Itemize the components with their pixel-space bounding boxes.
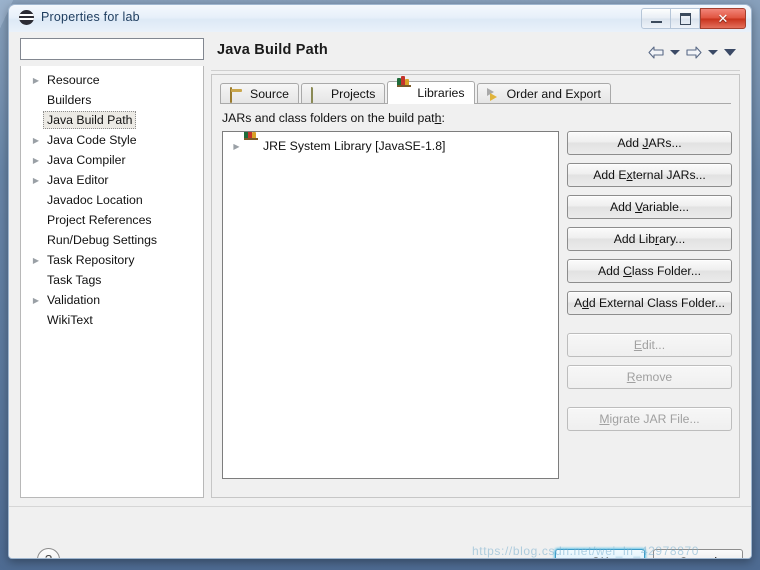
order-icon: [486, 87, 502, 101]
window-controls: ✕: [641, 8, 746, 29]
help-button[interactable]: ?: [37, 548, 60, 558]
sidebar-item-task-tags[interactable]: Task Tags: [21, 270, 203, 290]
sidebar-item-resource[interactable]: ▶ Resource: [21, 70, 203, 90]
expand-arrow-icon[interactable]: ▶: [29, 136, 43, 145]
cancel-button[interactable]: Cancel: [653, 549, 743, 558]
sidebar-item-label: WikiText: [47, 313, 93, 327]
sidebar-item-label: Builders: [47, 93, 92, 107]
sidebar-item-label: Resource: [47, 73, 100, 87]
settings-tree[interactable]: ▶ Resource Builders Java Build Path ▶ Java Co…: [20, 66, 204, 498]
expand-arrow-icon[interactable]: ▶: [229, 142, 244, 151]
page-navigation: [648, 46, 736, 59]
forward-menu-chevron-down-icon[interactable]: [708, 50, 718, 55]
build-path-tabs: Source Projects Libraries Order and Export: [220, 75, 613, 104]
maximize-button[interactable]: [671, 8, 700, 29]
eclipse-icon: [19, 10, 34, 25]
add-variable-button[interactable]: Add Variable...: [567, 195, 732, 219]
list-item[interactable]: ▶ JRE System Library [JavaSE-1.8]: [223, 132, 558, 156]
tab-order-and-export[interactable]: Order and Export: [476, 83, 611, 104]
sidebar-item-validation[interactable]: ▶ Validation: [21, 290, 203, 310]
window-title: Properties for lab: [41, 10, 140, 24]
sidebar-item-java-compiler[interactable]: ▶ Java Compiler: [21, 150, 203, 170]
add-external-class-folder-button[interactable]: Add External Class Folder...: [567, 291, 732, 315]
button-label: Remove: [626, 370, 673, 384]
settings-navigation: ▶ Resource Builders Java Build Path ▶ Java Co…: [20, 38, 204, 498]
tab-label: Projects: [330, 87, 376, 101]
sidebar-item-run-debug-settings[interactable]: Run/Debug Settings: [21, 230, 203, 250]
minimize-button[interactable]: [641, 8, 671, 29]
button-label: Edit...: [633, 338, 666, 352]
sidebar-item-label: Task Repository: [47, 253, 135, 267]
sidebar-item-label: Java Code Style: [47, 133, 137, 147]
tab-label: Order and Export: [506, 87, 601, 101]
books-icon: [397, 75, 412, 100]
list-item-label: JRE System Library [JavaSE-1.8]: [263, 139, 446, 153]
tab-projects[interactable]: Projects: [300, 83, 386, 104]
header-divider: [211, 70, 740, 71]
close-button[interactable]: ✕: [700, 8, 746, 29]
sidebar-item-label: Java Compiler: [47, 153, 126, 167]
remove-button: Remove: [567, 365, 732, 389]
add-class-folder-button[interactable]: Add Class Folder...: [567, 259, 732, 283]
expand-arrow-icon[interactable]: ▶: [29, 76, 43, 85]
filter-input[interactable]: [20, 38, 204, 60]
dialog-body: ▶ Resource Builders Java Build Path ▶ Java Co…: [9, 32, 751, 558]
sidebar-item-label: Java Editor: [47, 173, 109, 187]
forward-arrow-icon[interactable]: [686, 46, 702, 59]
sidebar-item-project-references[interactable]: Project References: [21, 210, 203, 230]
sidebar-item-javadoc-location[interactable]: Javadoc Location: [21, 190, 203, 210]
tab-underline: [220, 103, 731, 104]
properties-dialog-window: Properties for lab ✕ ▶ Resource Builders Ja…: [8, 4, 752, 559]
button-label: Migrate JAR File...: [599, 412, 700, 426]
sidebar-item-wikitext[interactable]: WikiText: [21, 310, 203, 330]
sidebar-item-label: Javadoc Location: [47, 193, 143, 207]
title-bar: Properties for lab ✕: [9, 5, 751, 33]
back-menu-chevron-down-icon[interactable]: [670, 50, 680, 55]
ok-button[interactable]: OK: [555, 549, 645, 558]
sidebar-item-task-repository[interactable]: ▶ Task Repository: [21, 250, 203, 270]
expand-arrow-icon[interactable]: ▶: [29, 296, 43, 305]
sidebar-item-java-editor[interactable]: ▶ Java Editor: [21, 170, 203, 190]
button-label: Add External JARs...: [593, 168, 706, 182]
button-label: Add Variable...: [609, 200, 690, 214]
sidebar-item-label: Validation: [47, 293, 101, 307]
books-icon: [244, 132, 259, 153]
build-path-panel: Source Projects Libraries Order and Export …: [211, 74, 740, 498]
page-area: Java Build Path Source Projects Librarie…: [211, 38, 740, 498]
sidebar-item-java-code-style[interactable]: ▶ Java Code Style: [21, 130, 203, 150]
migrate-jar-file-button: Migrate JAR File...: [567, 407, 732, 431]
button-label: Add Library...: [613, 232, 686, 246]
button-label: Add External Class Folder...: [573, 296, 726, 310]
button-label: Add Class Folder...: [598, 264, 701, 278]
button-label: Add JARs...: [617, 136, 682, 150]
back-arrow-icon[interactable]: [648, 46, 664, 59]
add-jars-button[interactable]: Add JARs...: [567, 131, 732, 155]
folder-icon: [310, 86, 326, 103]
list-label: JARs and class folders on the build path…: [222, 111, 445, 125]
page-title: Java Build Path: [217, 42, 328, 58]
sidebar-item-label: Run/Debug Settings: [47, 233, 158, 247]
sidebar-item-label: Project References: [47, 213, 152, 227]
sidebar-item-label: Task Tags: [47, 273, 102, 287]
tab-label: Libraries: [417, 86, 465, 100]
package-icon: [230, 86, 245, 103]
sidebar-item-java-build-path[interactable]: Java Build Path: [21, 110, 203, 130]
page-header: Java Build Path: [211, 38, 740, 72]
sidebar-item-builders[interactable]: Builders: [21, 90, 203, 110]
expand-arrow-icon[interactable]: ▶: [29, 156, 43, 165]
add-library-button[interactable]: Add Library...: [567, 227, 732, 251]
tab-source[interactable]: Source: [220, 83, 299, 104]
footer-divider: [9, 506, 751, 507]
tab-label: Source: [250, 87, 289, 101]
tab-libraries[interactable]: Libraries: [387, 75, 475, 104]
libraries-list[interactable]: ▶ JRE System Library [JavaSE-1.8]: [222, 131, 559, 479]
add-external-jars-button[interactable]: Add External JARs...: [567, 163, 732, 187]
edit-button: Edit...: [567, 333, 732, 357]
expand-arrow-icon[interactable]: ▶: [29, 256, 43, 265]
libraries-button-stack: Add JARs... Add External JARs... Add Varia…: [567, 131, 732, 439]
view-menu-chevron-down-icon[interactable]: [724, 49, 736, 56]
expand-arrow-icon[interactable]: ▶: [29, 176, 43, 185]
sidebar-item-label: Java Build Path: [43, 111, 137, 129]
